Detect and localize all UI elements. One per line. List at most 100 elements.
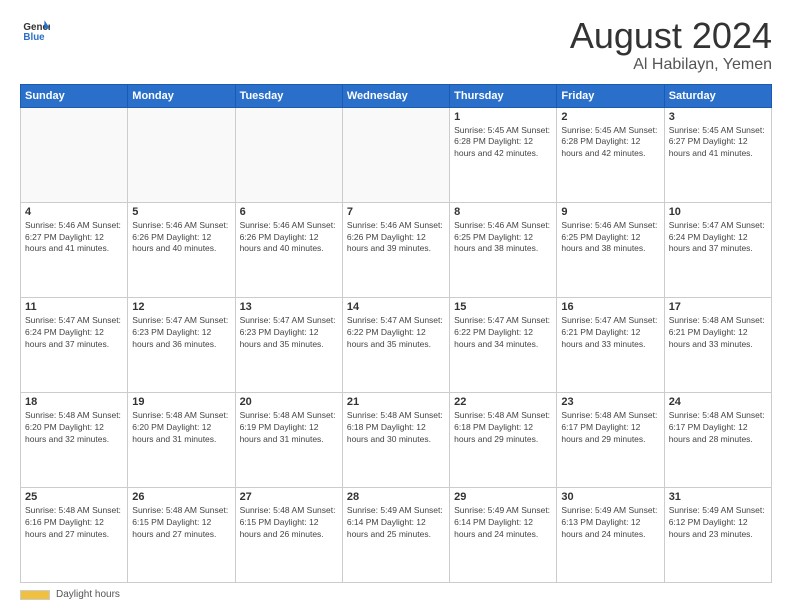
week-row-1: 1 Sunrise: 5:45 AM Sunset: 6:28 PM Daylig… (21, 107, 772, 202)
day-info: Sunrise: 5:45 AM Sunset: 6:28 PM Dayligh… (454, 125, 552, 161)
day-number: 17 (669, 301, 767, 313)
day-info: Sunrise: 5:48 AM Sunset: 6:20 PM Dayligh… (25, 410, 123, 446)
weekday-header-wednesday: Wednesday (342, 84, 449, 107)
calendar-cell: 24 Sunrise: 5:48 AM Sunset: 6:17 PM Dayli… (664, 392, 771, 487)
day-number: 25 (25, 491, 123, 503)
calendar-cell: 27 Sunrise: 5:48 AM Sunset: 6:15 PM Dayli… (235, 487, 342, 582)
day-number: 4 (25, 206, 123, 218)
weekday-header-tuesday: Tuesday (235, 84, 342, 107)
calendar-cell: 2Sunrise: 5:45 AM Sunset: 6:28 PM Daylig… (557, 107, 664, 202)
day-number: 13 (240, 301, 338, 313)
day-info: Sunrise: 5:47 AM Sunset: 6:24 PM Dayligh… (669, 220, 767, 256)
weekday-header-monday: Monday (128, 84, 235, 107)
calendar-cell: 8 Sunrise: 5:46 AM Sunset: 6:25 PM Daylig… (450, 202, 557, 297)
daylight-label: Daylight hours (56, 589, 120, 600)
logo-icon: General Blue (22, 16, 50, 44)
weekday-header-friday: Friday (557, 84, 664, 107)
calendar-cell: 21 Sunrise: 5:48 AM Sunset: 6:18 PM Dayli… (342, 392, 449, 487)
calendar-cell (235, 107, 342, 202)
calendar-cell (342, 107, 449, 202)
day-number: 30 (561, 491, 659, 503)
calendar-cell: 1 Sunrise: 5:45 AM Sunset: 6:28 PM Daylig… (450, 107, 557, 202)
day-number: 24 (669, 396, 767, 408)
day-info: Sunrise: 5:49 AM Sunset: 6:12 PM Dayligh… (669, 505, 767, 541)
calendar-cell (128, 107, 235, 202)
calendar-cell: 23Sunrise: 5:48 AM Sunset: 6:17 PM Dayli… (557, 392, 664, 487)
day-number: 31 (669, 491, 767, 503)
location-subtitle: Al Habilayn, Yemen (570, 56, 772, 74)
day-info: Sunrise: 5:49 AM Sunset: 6:14 PM Dayligh… (347, 505, 445, 541)
day-number: 5 (132, 206, 230, 218)
weekday-header-sunday: Sunday (21, 84, 128, 107)
day-info: Sunrise: 5:49 AM Sunset: 6:14 PM Dayligh… (454, 505, 552, 541)
day-info: Sunrise: 5:48 AM Sunset: 6:16 PM Dayligh… (25, 505, 123, 541)
day-info: Sunrise: 5:48 AM Sunset: 6:18 PM Dayligh… (347, 410, 445, 446)
calendar-cell: 4Sunrise: 5:46 AM Sunset: 6:27 PM Daylig… (21, 202, 128, 297)
calendar-cell: 22 Sunrise: 5:48 AM Sunset: 6:18 PM Dayli… (450, 392, 557, 487)
week-row-5: 25 Sunrise: 5:48 AM Sunset: 6:16 PM Dayli… (21, 487, 772, 582)
calendar-cell: 13 Sunrise: 5:47 AM Sunset: 6:23 PM Dayli… (235, 297, 342, 392)
calendar-cell: 7Sunrise: 5:46 AM Sunset: 6:26 PM Daylig… (342, 202, 449, 297)
day-info: Sunrise: 5:47 AM Sunset: 6:23 PM Dayligh… (132, 315, 230, 351)
calendar-cell: 30Sunrise: 5:49 AM Sunset: 6:13 PM Dayli… (557, 487, 664, 582)
day-info: Sunrise: 5:46 AM Sunset: 6:25 PM Dayligh… (561, 220, 659, 256)
calendar-cell: 17Sunrise: 5:48 AM Sunset: 6:21 PM Dayli… (664, 297, 771, 392)
header: General Blue August 2024 Al Habilayn, Ye… (20, 16, 772, 74)
weekday-header-saturday: Saturday (664, 84, 771, 107)
weekday-header-row: SundayMondayTuesdayWednesdayThursdayFrid… (21, 84, 772, 107)
day-number: 1 (454, 111, 552, 123)
day-info: Sunrise: 5:47 AM Sunset: 6:22 PM Dayligh… (347, 315, 445, 351)
day-number: 14 (347, 301, 445, 313)
day-number: 9 (561, 206, 659, 218)
calendar-cell: 3 Sunrise: 5:45 AM Sunset: 6:27 PM Daylig… (664, 107, 771, 202)
calendar-cell: 19 Sunrise: 5:48 AM Sunset: 6:20 PM Dayli… (128, 392, 235, 487)
day-number: 10 (669, 206, 767, 218)
day-info: Sunrise: 5:45 AM Sunset: 6:27 PM Dayligh… (669, 125, 767, 161)
day-number: 12 (132, 301, 230, 313)
day-info: Sunrise: 5:48 AM Sunset: 6:19 PM Dayligh… (240, 410, 338, 446)
calendar-cell: 9 Sunrise: 5:46 AM Sunset: 6:25 PM Daylig… (557, 202, 664, 297)
day-number: 2 (561, 111, 659, 123)
calendar-cell: 20 Sunrise: 5:48 AM Sunset: 6:19 PM Dayli… (235, 392, 342, 487)
day-info: Sunrise: 5:47 AM Sunset: 6:24 PM Dayligh… (25, 315, 123, 351)
day-number: 28 (347, 491, 445, 503)
day-number: 19 (132, 396, 230, 408)
day-info: Sunrise: 5:46 AM Sunset: 6:26 PM Dayligh… (132, 220, 230, 256)
day-info: Sunrise: 5:46 AM Sunset: 6:26 PM Dayligh… (347, 220, 445, 256)
week-row-4: 18Sunrise: 5:48 AM Sunset: 6:20 PM Dayli… (21, 392, 772, 487)
day-info: Sunrise: 5:47 AM Sunset: 6:23 PM Dayligh… (240, 315, 338, 351)
day-number: 8 (454, 206, 552, 218)
day-number: 27 (240, 491, 338, 503)
week-row-3: 11Sunrise: 5:47 AM Sunset: 6:24 PM Dayli… (21, 297, 772, 392)
calendar-cell: 18Sunrise: 5:48 AM Sunset: 6:20 PM Dayli… (21, 392, 128, 487)
day-number: 22 (454, 396, 552, 408)
day-number: 15 (454, 301, 552, 313)
calendar-cell: 14 Sunrise: 5:47 AM Sunset: 6:22 PM Dayli… (342, 297, 449, 392)
day-number: 21 (347, 396, 445, 408)
day-info: Sunrise: 5:48 AM Sunset: 6:17 PM Dayligh… (669, 410, 767, 446)
day-info: Sunrise: 5:48 AM Sunset: 6:18 PM Dayligh… (454, 410, 552, 446)
day-number: 23 (561, 396, 659, 408)
day-number: 20 (240, 396, 338, 408)
day-info: Sunrise: 5:47 AM Sunset: 6:22 PM Dayligh… (454, 315, 552, 351)
calendar-cell: 6 Sunrise: 5:46 AM Sunset: 6:26 PM Daylig… (235, 202, 342, 297)
day-number: 6 (240, 206, 338, 218)
calendar-cell: 16 Sunrise: 5:47 AM Sunset: 6:21 PM Dayli… (557, 297, 664, 392)
svg-text:Blue: Blue (23, 32, 45, 43)
daylight-bar-icon (20, 590, 50, 600)
logo: General Blue (20, 16, 50, 49)
day-number: 3 (669, 111, 767, 123)
footer-note: Daylight hours (20, 589, 772, 600)
day-info: Sunrise: 5:46 AM Sunset: 6:25 PM Dayligh… (454, 220, 552, 256)
page: General Blue August 2024 Al Habilayn, Ye… (0, 0, 792, 612)
calendar-cell: 12 Sunrise: 5:47 AM Sunset: 6:23 PM Dayli… (128, 297, 235, 392)
calendar-cell: 25 Sunrise: 5:48 AM Sunset: 6:16 PM Dayli… (21, 487, 128, 582)
day-info: Sunrise: 5:46 AM Sunset: 6:26 PM Dayligh… (240, 220, 338, 256)
day-info: Sunrise: 5:47 AM Sunset: 6:21 PM Dayligh… (561, 315, 659, 351)
day-info: Sunrise: 5:48 AM Sunset: 6:15 PM Dayligh… (240, 505, 338, 541)
day-info: Sunrise: 5:48 AM Sunset: 6:20 PM Dayligh… (132, 410, 230, 446)
day-number: 29 (454, 491, 552, 503)
calendar-cell: 28 Sunrise: 5:49 AM Sunset: 6:14 PM Dayli… (342, 487, 449, 582)
day-number: 16 (561, 301, 659, 313)
calendar-cell (21, 107, 128, 202)
